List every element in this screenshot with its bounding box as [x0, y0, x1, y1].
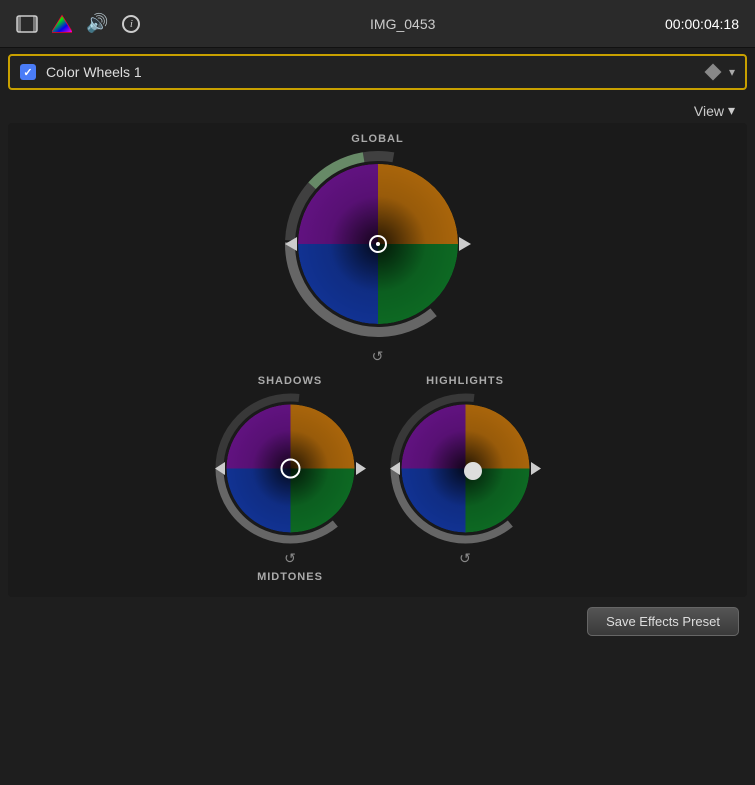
top-bar: 🔊 i IMG_0453 00:00:04:18 — [0, 0, 755, 48]
keyframe-diamond-icon[interactable] — [704, 64, 721, 81]
highlights-wheel-section: HIGHLIGHTS — [388, 375, 543, 567]
rainbow-icon[interactable] — [52, 14, 72, 34]
effect-name: Color Wheels 1 — [46, 64, 707, 80]
shadows-wheel-container[interactable] — [213, 391, 368, 546]
midtones-label: MIDTONES — [257, 571, 323, 583]
bottom-wheels-row: SHADOWS — [18, 375, 737, 587]
global-wheel-container[interactable] — [283, 149, 473, 344]
timecode: 00:00:04:18 — [665, 16, 739, 32]
global-label: GLOBAL — [351, 133, 403, 145]
effect-header[interactable]: Color Wheels 1 ▾ — [8, 54, 747, 90]
effect-expand-chevron[interactable]: ▾ — [729, 65, 735, 79]
highlights-wheel-container[interactable] — [388, 391, 543, 546]
highlights-reset-icon[interactable]: ↺ — [459, 550, 471, 567]
save-effects-preset-button[interactable]: Save Effects Preset — [587, 607, 739, 636]
info-icon[interactable]: i — [122, 15, 140, 33]
effect-header-icons: ▾ — [707, 65, 735, 79]
global-reset-icon[interactable]: ↺ — [372, 348, 384, 365]
film-icon[interactable] — [16, 15, 38, 33]
highlights-label: HIGHLIGHTS — [426, 375, 504, 387]
color-wheels-panel: GLOBAL — [8, 123, 747, 597]
footer: Save Effects Preset — [0, 597, 755, 646]
view-row: View ▾ — [0, 96, 755, 123]
shadows-wheel-section: SHADOWS — [213, 375, 368, 587]
effect-enable-checkbox[interactable] — [20, 64, 36, 80]
shadows-reset-icon[interactable]: ↺ — [284, 550, 296, 567]
global-wheel[interactable] — [283, 149, 473, 344]
toolbar-icons: 🔊 i — [16, 13, 140, 34]
global-wheel-section: GLOBAL — [283, 133, 473, 365]
speaker-icon[interactable]: 🔊 — [86, 13, 108, 34]
clip-title: IMG_0453 — [370, 16, 435, 32]
shadows-label: SHADOWS — [258, 375, 322, 387]
view-button[interactable]: View ▾ — [690, 100, 739, 121]
